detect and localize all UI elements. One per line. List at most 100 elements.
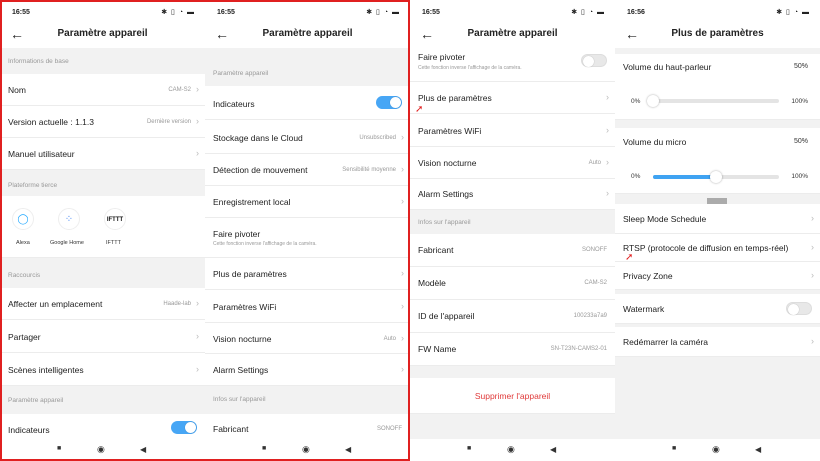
- alarm-settings-row[interactable]: Alarm Settings ›: [410, 179, 615, 210]
- android-nav-bar: ■ ◉ ◀: [205, 439, 410, 461]
- night-vision-row[interactable]: Vision nocturne Auto ›: [410, 147, 615, 179]
- chevron-right-icon: ›: [606, 92, 609, 102]
- more-settings-label: Plus de paramètres: [418, 93, 492, 103]
- indicators-toggle[interactable]: [171, 421, 197, 434]
- wifi-settings-row[interactable]: Paramètres WiFi ›: [205, 290, 410, 323]
- chevron-right-icon: ›: [196, 148, 199, 158]
- mic-volume-slider[interactable]: [653, 171, 779, 183]
- status-time: 16:55: [217, 9, 235, 16]
- speaker-max-label: 100%: [791, 98, 808, 105]
- alarm-settings-row[interactable]: Alarm Settings ›: [205, 354, 410, 386]
- back-triangle-icon[interactable]: ◀: [345, 445, 351, 454]
- watermark-row: Watermark: [615, 294, 820, 324]
- home-icon[interactable]: ◉: [507, 444, 515, 455]
- privacy-zone-row[interactable]: Privacy Zone ›: [615, 262, 820, 290]
- user-manual-row[interactable]: Manuel utilisateur ›: [0, 138, 205, 170]
- home-icon[interactable]: ◉: [97, 444, 105, 455]
- share-row[interactable]: Partager ›: [0, 320, 205, 353]
- recents-icon[interactable]: ■: [57, 445, 61, 452]
- location-label: Affecter un emplacement: [8, 299, 103, 309]
- home-icon[interactable]: ◉: [712, 444, 720, 455]
- chevron-right-icon: ›: [811, 242, 814, 252]
- indicators-toggle[interactable]: [376, 96, 402, 109]
- chevron-right-icon: ›: [811, 213, 814, 223]
- status-icons: ✱ ▯ ◔ ▬: [161, 9, 195, 16]
- wifi-settings-row[interactable]: Paramètres WiFi ›: [410, 114, 615, 147]
- rotate-row: Faire pivoter Cette fonction inverse l'a…: [205, 218, 410, 258]
- google-home-icon[interactable]: ⁘: [58, 208, 80, 230]
- more-settings-row[interactable]: Plus de paramètres ›: [410, 82, 615, 114]
- sleep-mode-row[interactable]: Sleep Mode Schedule ›: [615, 204, 820, 234]
- speaker-slider-thumb[interactable]: [647, 95, 659, 107]
- location-row[interactable]: Affecter un emplacement Haade-lab ›: [0, 288, 205, 320]
- android-nav-bar: ■ ◉ ◀: [410, 439, 615, 461]
- home-icon[interactable]: ◉: [302, 444, 310, 455]
- android-nav-bar: ■ ◉ ◀: [0, 439, 205, 461]
- section-device-info: Infos sur l'appareil: [418, 219, 471, 226]
- name-row[interactable]: Nom CAM-S2 ›: [0, 74, 205, 106]
- rtsp-row[interactable]: RTSP (protocole de diffusion en temps-ré…: [615, 234, 820, 262]
- speaker-volume-value: 50%: [793, 63, 808, 70]
- version-label: Version actuelle : 1.1.3: [8, 117, 95, 127]
- chevron-right-icon: ›: [811, 270, 814, 280]
- recents-icon[interactable]: ■: [467, 445, 471, 452]
- rotate-label: Faire pivoter: [213, 229, 261, 239]
- screen-device-settings-1: 16:55 ✱ ▯ ◔ ▬ ← Paramètre appareil Infor…: [0, 0, 205, 461]
- page-title: Paramètre appareil: [262, 28, 353, 39]
- manufacturer-value: SONOFF: [377, 426, 402, 432]
- speaker-volume-slider[interactable]: [647, 95, 779, 107]
- recents-icon[interactable]: ■: [262, 445, 266, 452]
- screen-device-settings-3: 16:55 ✱ ▯ ◔ ▬ ← Paramètre appareil Faire…: [410, 0, 615, 461]
- rotate-toggle[interactable]: [581, 54, 607, 67]
- model-value: CAM-S2: [584, 280, 607, 286]
- fw-name-value: SN-T23N-CAMS2-01: [550, 346, 607, 352]
- rotate-description: Cette fonction inverse l'affichage de la…: [418, 65, 522, 71]
- chevron-right-icon: ›: [401, 364, 404, 374]
- back-triangle-icon[interactable]: ◀: [550, 445, 556, 454]
- reboot-camera-row[interactable]: Redémarrer la caméra ›: [615, 327, 820, 357]
- wifi-settings-label: Paramètres WiFi: [418, 126, 482, 136]
- screen-more-settings: 16:56 ✱ ▯ ◔ ▬ ← Plus de paramètres Volum…: [615, 0, 820, 461]
- chevron-right-icon: ›: [196, 116, 199, 126]
- cloud-storage-value: Unsubscribed: [359, 135, 396, 141]
- cloud-storage-row[interactable]: Stockage dans le Cloud Unsubscribed ›: [205, 120, 410, 154]
- chevron-right-icon: ›: [401, 333, 404, 343]
- version-row[interactable]: Version actuelle : 1.1.3 Dernière versio…: [0, 106, 205, 138]
- device-id-label: ID de l'appareil: [418, 311, 475, 321]
- watermark-label: Watermark: [623, 304, 665, 314]
- motion-detection-label: Détection de mouvement: [213, 165, 308, 175]
- delete-device-button[interactable]: Supprimer l'appareil: [410, 391, 615, 401]
- watermark-toggle[interactable]: [786, 302, 812, 315]
- cloud-storage-label: Stockage dans le Cloud: [213, 133, 303, 143]
- reboot-camera-label: Redémarrer la caméra: [623, 337, 709, 347]
- chevron-right-icon: ›: [401, 132, 404, 142]
- platform-row: ◯ Alexa ⁘ Google Home IFTTT IFTTT: [0, 196, 205, 258]
- night-vision-value: Auto: [383, 336, 396, 342]
- local-recording-row[interactable]: Enregistrement local ›: [205, 186, 410, 218]
- recents-icon[interactable]: ■: [672, 445, 676, 452]
- user-manual-label: Manuel utilisateur: [8, 149, 75, 159]
- local-recording-label: Enregistrement local: [213, 197, 291, 207]
- smart-scenes-row[interactable]: Scènes intelligentes ›: [0, 353, 205, 386]
- app-header: ← Plus de paramètres: [615, 24, 820, 48]
- model-label: Modèle: [418, 278, 446, 288]
- ifttt-icon[interactable]: IFTTT: [104, 208, 126, 230]
- sleep-mode-label: Sleep Mode Schedule: [623, 214, 707, 224]
- mic-slider-thumb[interactable]: [710, 171, 722, 183]
- section-device-settings: Paramètre appareil: [8, 397, 64, 404]
- alexa-icon[interactable]: ◯: [12, 208, 34, 230]
- name-value: CAM-S2: [168, 87, 191, 93]
- indicators-label: Indicateurs: [213, 99, 255, 109]
- chevron-right-icon: ›: [196, 331, 199, 341]
- rotate-row: Faire pivoter Cette fonction inverse l'a…: [410, 48, 615, 82]
- more-settings-row[interactable]: Plus de paramètres ›: [205, 258, 410, 290]
- night-vision-row[interactable]: Vision nocturne Auto ›: [205, 323, 410, 354]
- fw-name-row: FW Name SN-T23N-CAMS2-01: [410, 333, 615, 366]
- chevron-right-icon: ›: [606, 157, 609, 167]
- motion-detection-row[interactable]: Détection de mouvement Sensibilité moyen…: [205, 154, 410, 186]
- page-title: Paramètre appareil: [57, 28, 148, 39]
- back-triangle-icon[interactable]: ◀: [755, 445, 761, 454]
- manufacturer-label: Fabricant: [213, 424, 249, 434]
- back-triangle-icon[interactable]: ◀: [140, 445, 146, 454]
- more-settings-label: Plus de paramètres: [213, 269, 287, 279]
